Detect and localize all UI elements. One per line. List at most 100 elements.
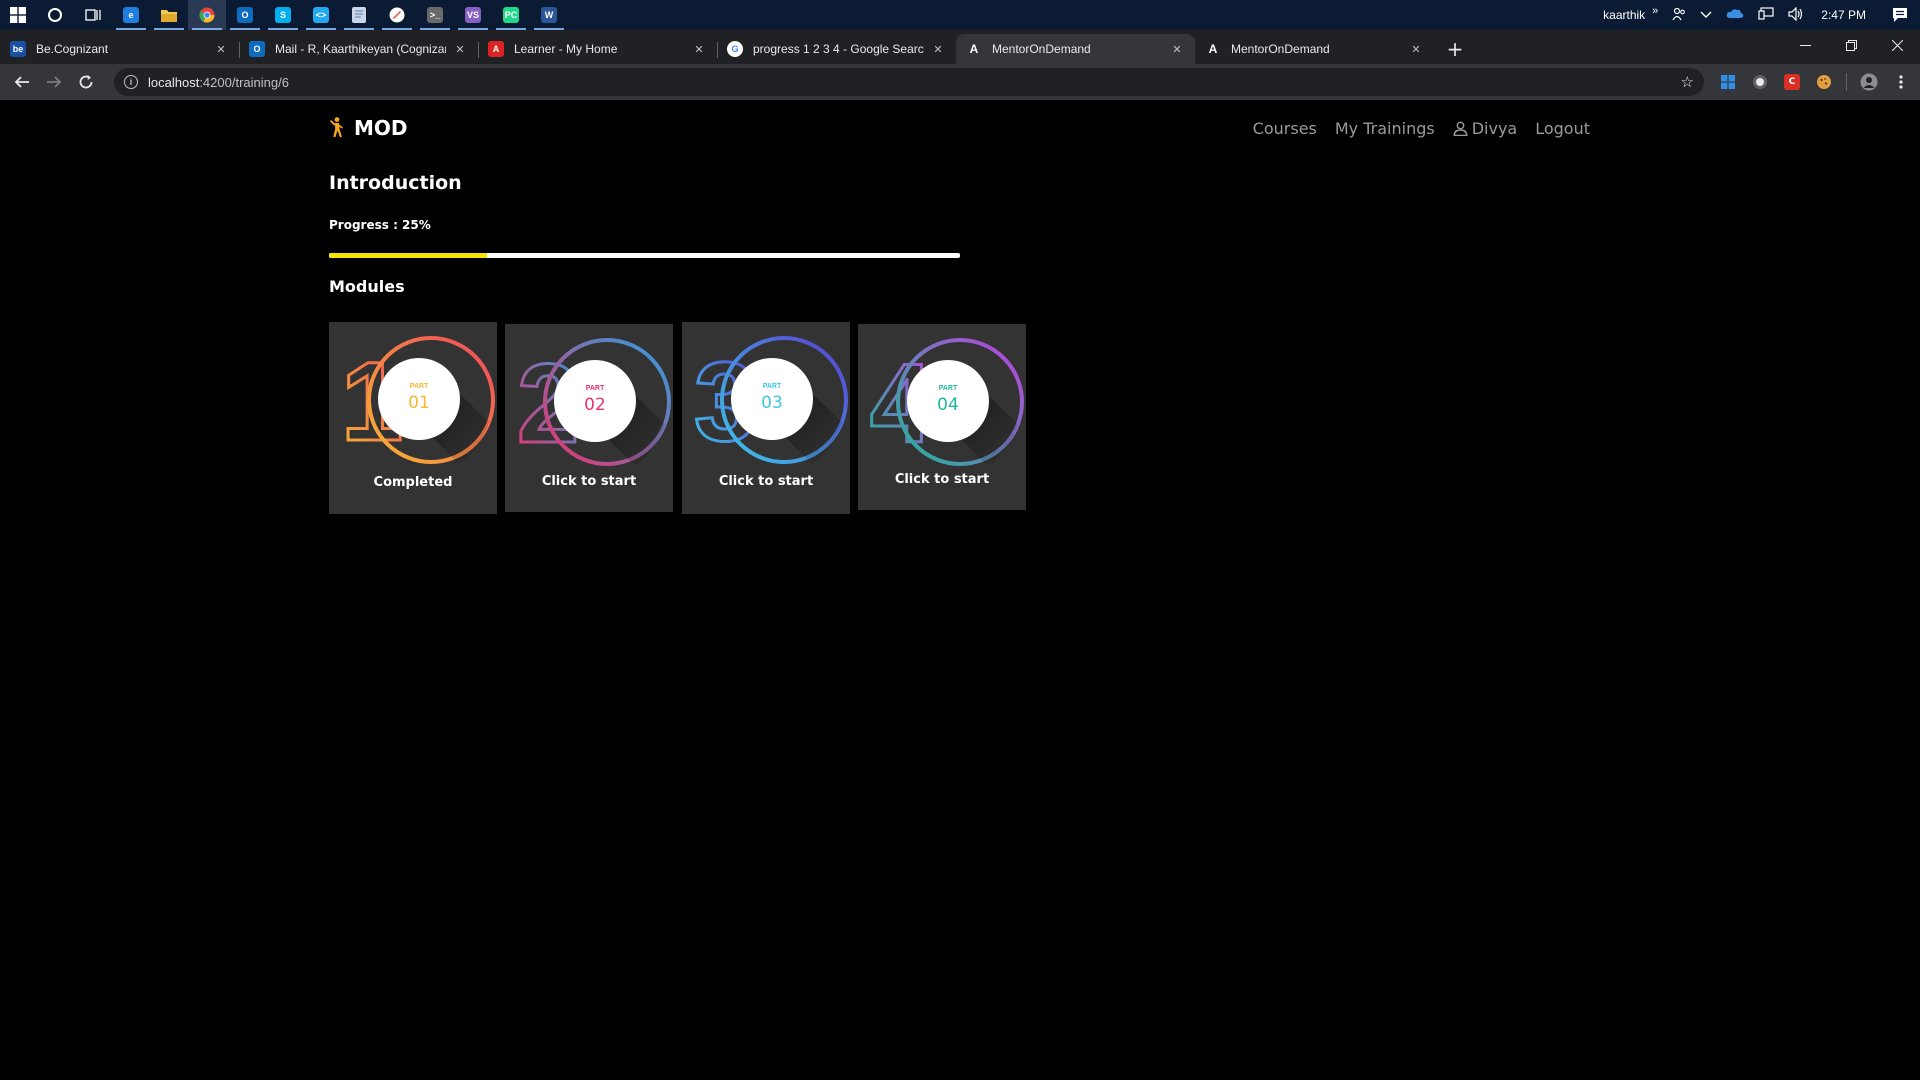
module-part-label: PART (763, 383, 782, 390)
module-part-number: 01 (408, 393, 430, 413)
network-icon[interactable] (1758, 6, 1774, 24)
progress-label: Progress : 25% (329, 218, 431, 232)
url-path: :4200/training/6 (199, 74, 289, 90)
outlook-icon[interactable]: O (226, 0, 264, 30)
minimize-icon[interactable] (1782, 30, 1828, 60)
brand-logo-link[interactable]: MOD (328, 116, 408, 140)
tab-title: Learner - My Home (514, 42, 618, 56)
onedrive-icon[interactable] (1726, 8, 1744, 22)
tray-overflow[interactable]: » (1652, 5, 1658, 17)
skype-icon[interactable]: S (264, 0, 302, 30)
address-bar[interactable]: i localhost:4200/training/6 ☆ (114, 68, 1704, 96)
user-icon (1453, 121, 1468, 136)
reload-icon[interactable] (70, 66, 102, 98)
module-status: Completed (373, 475, 453, 490)
tab-close-icon[interactable]: ✕ (930, 41, 946, 57)
vscode-icon[interactable]: <> (302, 0, 340, 30)
tab-favicon-icon: A (969, 42, 979, 56)
volume-icon[interactable] (1788, 6, 1804, 24)
module-badge-graphic: 4 PART04 (869, 338, 1024, 468)
app-red-icon[interactable] (378, 0, 416, 30)
tab-title: Mail - R, Kaarthikeyan (Cognizant) (275, 42, 446, 56)
tab-title: MentorOnDemand (992, 42, 1091, 56)
system-tray: kaarthik » 2:47 PM (1596, 0, 1920, 30)
url-host: localhost (148, 74, 200, 90)
site-info-icon[interactable]: i (124, 75, 138, 89)
people-icon[interactable] (1672, 7, 1686, 24)
cortana-icon[interactable] (36, 0, 74, 30)
module-card[interactable]: 3 PART 03 Click to start (682, 322, 850, 514)
module-badge-graphic: 1 PART01 (340, 336, 495, 466)
module-part-number: 03 (761, 393, 783, 413)
progress-bar (329, 253, 960, 258)
chrome-menu-icon[interactable] (1885, 66, 1917, 98)
module-part-label: PART (586, 385, 605, 392)
restore-icon[interactable] (1828, 30, 1874, 60)
close-window-icon[interactable] (1874, 30, 1920, 60)
cookie-extension-icon[interactable] (1808, 66, 1840, 98)
chrome-icon[interactable] (188, 0, 226, 30)
nav-user-link[interactable]: Divya (1453, 119, 1518, 138)
file-explorer-icon[interactable] (150, 0, 188, 30)
bookmark-star-icon[interactable]: ☆ (1681, 73, 1694, 91)
browser-tab[interactable]: O Mail - R, Kaarthikeyan (Cognizant) ✕ (239, 34, 478, 64)
windows-start-button[interactable] (0, 0, 36, 30)
windows-extension-icon[interactable] (1712, 66, 1744, 98)
new-tab-button[interactable]: + (1440, 34, 1470, 64)
windows-logo-icon (10, 7, 26, 23)
nav-my-trainings-link[interactable]: My Trainings (1335, 119, 1435, 138)
browser-tab[interactable]: A MentorOnDemand ✕ (1195, 34, 1434, 64)
module-card[interactable]: 1 PART 01 Completed (329, 322, 497, 514)
module-card[interactable]: 4 PART 04 Click to start (858, 324, 1026, 510)
browser-toolbar: i localhost:4200/training/6 ☆ C (0, 64, 1920, 100)
tab-close-icon[interactable]: ✕ (1169, 41, 1185, 57)
tab-close-icon[interactable]: ✕ (1408, 41, 1424, 57)
module-part-label: PART (410, 383, 429, 390)
edge-icon[interactable]: e (112, 0, 150, 30)
tab-close-icon[interactable]: ✕ (452, 41, 468, 57)
module-badge-graphic: 2 PART02 (516, 338, 671, 468)
clock-time[interactable]: 2:47 PM (1821, 8, 1866, 22)
forward-arrow-icon[interactable] (38, 66, 70, 98)
tab-title: MentorOnDemand (1231, 42, 1330, 56)
module-status: Click to start (718, 474, 814, 489)
visual-studio-icon[interactable]: VS (454, 0, 492, 30)
module-card[interactable]: 2 PART 02 Click to start (505, 324, 673, 512)
tab-close-icon[interactable]: ✕ (691, 41, 707, 57)
module-part-label: PART (939, 385, 958, 392)
terminal-icon[interactable]: >_ (416, 0, 454, 30)
action-center-icon[interactable] (1880, 0, 1920, 30)
record-extension-icon[interactable] (1744, 66, 1776, 98)
back-arrow-icon[interactable] (6, 66, 38, 98)
profile-avatar-icon[interactable] (1853, 66, 1885, 98)
main-nav: Courses My Trainings Divya Logout (1235, 119, 1590, 138)
pycharm-icon[interactable]: PC (492, 0, 530, 30)
nav-logout-link[interactable]: Logout (1535, 119, 1590, 138)
word-icon[interactable]: W (530, 0, 568, 30)
module-status: Click to start (894, 472, 990, 487)
tab-favicon-icon: O (249, 41, 265, 57)
modules-heading: Modules (329, 277, 405, 296)
tab-close-icon[interactable]: ✕ (213, 41, 229, 57)
taskbar-username[interactable]: kaarthik (1603, 8, 1645, 22)
window-controls (1782, 30, 1920, 64)
browser-tab-strip: be Be.Cognizant ✕ O Mail - R, Kaarthikeyan (… (0, 30, 1920, 64)
tab-title: progress 1 2 3 4 - Google Search (753, 42, 924, 56)
browser-tab[interactable]: be Be.Cognizant ✕ (0, 34, 239, 64)
nav-user-name: Divya (1471, 119, 1518, 138)
notes-icon[interactable] (340, 0, 378, 30)
web-page: MOD Courses My Trainings Divya Logout In… (0, 100, 1920, 1080)
tab-favicon-icon: G (727, 41, 743, 57)
toolbar-divider (1846, 73, 1847, 91)
browser-tab[interactable]: A Learner - My Home ✕ (478, 34, 717, 64)
module-badge-graphic: 3 PART03 (693, 336, 848, 466)
task-view-icon[interactable] (74, 0, 112, 30)
nav-courses-link[interactable]: Courses (1253, 119, 1317, 138)
browser-tab[interactable]: A MentorOnDemand ✕ (956, 34, 1195, 64)
training-title: Introduction (329, 172, 462, 194)
c-extension-icon[interactable]: C (1776, 66, 1808, 98)
chevron-up-icon[interactable] (1700, 8, 1712, 22)
tab-favicon-icon: A (488, 41, 504, 57)
browser-tab[interactable]: Gprogress 1 2 3 4 - Google Search ✕ (717, 34, 956, 64)
tab-favicon-icon: A (1208, 42, 1218, 56)
